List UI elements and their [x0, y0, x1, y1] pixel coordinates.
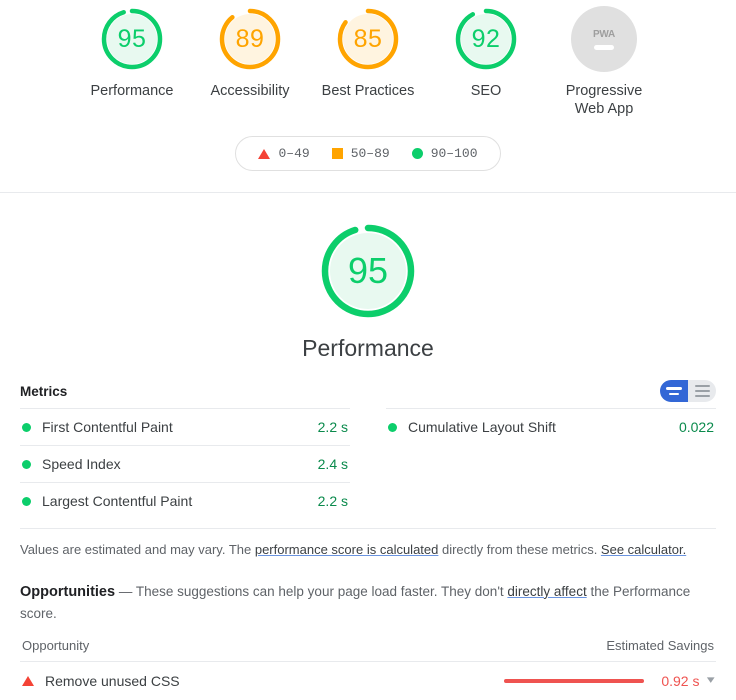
- legend-range-fail: 0–49: [278, 146, 310, 162]
- column-header-estimated-savings: Estimated Savings: [606, 637, 714, 653]
- metric-name: Cumulative Layout Shift: [408, 419, 556, 436]
- savings-bar: [504, 678, 645, 683]
- pwa-badge-text: PWA: [593, 28, 615, 40]
- metrics-columns: First Contentful Paint 2.2 s Speed Index…: [20, 408, 716, 519]
- category-score-value: 95: [347, 250, 389, 292]
- opportunities-section: Opportunities — These suggestions can he…: [0, 582, 736, 700]
- performance-score-calculated-link[interactable]: performance score is calculated: [255, 542, 439, 557]
- status-dot-pass-icon: [22, 496, 31, 506]
- opportunities-heading: Opportunities: [20, 583, 116, 600]
- legend-range-pass: 90–100: [430, 146, 478, 162]
- metrics-title: Metrics: [20, 383, 68, 399]
- gauge-best-practices[interactable]: 85 Best Practices: [309, 6, 427, 100]
- score-gauges-strip: 95 Performance 89 Accessibility 85 Best …: [0, 0, 736, 118]
- circle-icon: [411, 148, 423, 160]
- metric-name: First Contentful Paint: [42, 419, 173, 436]
- gauge-score-value: 89: [235, 24, 265, 53]
- pwa-badge-icon: PWA: [571, 6, 637, 72]
- disclaimer-text-1: Values are estimated and may vary. The: [20, 542, 255, 558]
- gauge-label: Progressive Web App: [565, 83, 643, 118]
- toggle-list-view-icon[interactable]: [688, 380, 716, 403]
- metrics-view-toggle[interactable]: [660, 380, 716, 403]
- metric-value: 2.2 s: [317, 419, 348, 436]
- status-dot-pass-icon: [22, 459, 31, 469]
- pwa-dash-icon: [594, 44, 614, 50]
- metrics-column-left: First Contentful Paint 2.2 s Speed Index…: [20, 408, 368, 519]
- legend-item-fail: 0–49: [258, 146, 310, 162]
- metrics-header: Metrics: [20, 380, 716, 403]
- disclaimer-text-2: directly from these metrics.: [438, 542, 601, 558]
- gauge-ring-seo: 92: [453, 6, 519, 72]
- chevron-down-icon[interactable]: ▾: [707, 675, 715, 686]
- category-gauge-ring: 95: [318, 221, 418, 321]
- toggle-expanded-view-icon[interactable]: [660, 380, 688, 403]
- category-title: Performance: [302, 335, 434, 362]
- score-legend: 0–49 50–89 90–100: [0, 136, 736, 172]
- column-header-opportunity: Opportunity: [22, 637, 90, 653]
- opportunity-row[interactable]: Remove unused CSS 0.92 s ▾: [20, 660, 716, 700]
- legend-item-average: 50–89: [331, 146, 390, 162]
- directly-affect-link[interactable]: directly affect: [507, 584, 586, 599]
- metric-row[interactable]: Largest Contentful Paint 2.2 s: [20, 482, 350, 519]
- gauge-score-value: 85: [353, 24, 383, 53]
- metric-value: 2.4 s: [317, 456, 348, 473]
- metric-name: Largest Contentful Paint: [42, 493, 193, 510]
- gauge-seo[interactable]: 92 SEO: [427, 6, 545, 100]
- metric-row[interactable]: Cumulative Layout Shift 0.022: [386, 408, 716, 445]
- metric-row[interactable]: Speed Index 2.4 s: [20, 445, 350, 482]
- opportunity-name: Remove unused CSS: [45, 672, 180, 689]
- metric-name: Speed Index: [42, 456, 121, 473]
- opportunities-intro-text-1: — These suggestions can help your page l…: [115, 583, 508, 599]
- gauge-score-value: 95: [117, 24, 147, 53]
- opportunities-table-header: Opportunity Estimated Savings: [20, 624, 716, 661]
- opportunities-intro: Opportunities — These suggestions can he…: [20, 582, 716, 624]
- gauge-performance[interactable]: 95 Performance: [73, 6, 191, 100]
- legend-range-average: 50–89: [350, 146, 390, 162]
- gauge-label: SEO: [470, 83, 502, 99]
- gauge-progressive-web-app[interactable]: PWA Progressive Web App: [545, 6, 663, 118]
- metrics-column-right: Cumulative Layout Shift 0.022: [368, 408, 716, 519]
- see-calculator-link[interactable]: See calculator.: [601, 542, 686, 557]
- gauge-score-value: 92: [471, 24, 501, 53]
- triangle-icon: [22, 675, 34, 686]
- gauge-label: Performance: [90, 83, 174, 99]
- gauge-label: Accessibility: [210, 83, 290, 99]
- metric-value: 0.022: [678, 419, 714, 436]
- score-legend-pill: 0–49 50–89 90–100: [235, 136, 501, 172]
- metric-row[interactable]: First Contentful Paint 2.2 s: [20, 408, 350, 445]
- category-score-section: 95 Performance: [0, 193, 736, 362]
- gauge-ring-best-practices: 85: [335, 6, 401, 72]
- opportunity-savings-value: 0.92 s: [661, 672, 700, 689]
- gauge-accessibility[interactable]: 89 Accessibility: [191, 6, 309, 100]
- status-dot-pass-icon: [388, 422, 397, 432]
- triangle-icon: [258, 148, 271, 159]
- square-icon: [331, 148, 343, 160]
- status-dot-pass-icon: [22, 422, 31, 432]
- gauge-ring-accessibility: 89: [217, 6, 283, 72]
- metrics-disclaimer: Values are estimated and may vary. The p…: [20, 528, 716, 560]
- legend-item-pass: 90–100: [411, 146, 478, 162]
- gauge-ring-performance: 95: [99, 6, 165, 72]
- gauge-label: Best Practices: [321, 83, 415, 99]
- metrics-section: Metrics First Contentful Paint 2.2 s Spe…: [0, 380, 736, 560]
- metric-value: 2.2 s: [317, 493, 348, 510]
